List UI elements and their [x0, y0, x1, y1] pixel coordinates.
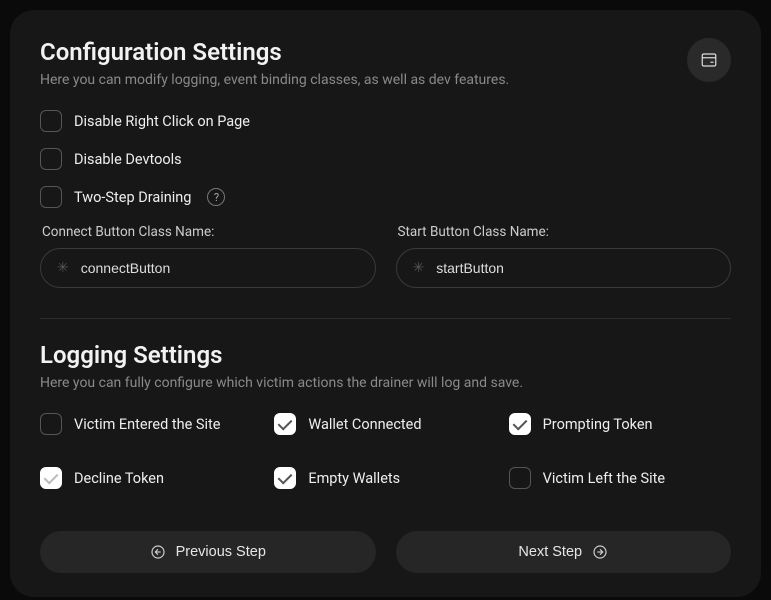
log-option-row: Empty Wallets [274, 467, 496, 489]
nav-button-row: Previous Step Next Step [40, 531, 731, 573]
checkbox-label: Disable Devtools [74, 151, 182, 168]
card-icon [700, 51, 718, 69]
checkbox-label: Prompting Token [543, 416, 653, 433]
settings-panel: Configuration Settings Here you can modi… [10, 10, 761, 597]
checkbox-label: Wallet Connected [308, 416, 421, 433]
section-divider [40, 318, 731, 319]
config-option-row: Two-Step Draining ? [40, 186, 731, 208]
panel-action-icon[interactable] [687, 38, 731, 82]
config-title: Configuration Settings [40, 38, 731, 66]
start-class-field: Start Button Class Name: ✳ [396, 224, 732, 288]
input-wrap: ✳ [40, 248, 376, 288]
log-option-row: Victim Left the Site [509, 467, 731, 489]
log-option-row: Prompting Token [509, 413, 731, 435]
config-option-row: Disable Right Click on Page [40, 110, 731, 132]
empty-wallets-checkbox[interactable] [274, 467, 296, 489]
connect-class-input[interactable] [81, 260, 359, 276]
field-label: Connect Button Class Name: [40, 224, 376, 240]
arrow-left-circle-icon [150, 544, 166, 560]
victim-entered-checkbox[interactable] [40, 413, 62, 435]
previous-step-button[interactable]: Previous Step [40, 531, 376, 573]
prompting-token-checkbox[interactable] [509, 413, 531, 435]
checkbox-label: Victim Entered the Site [74, 416, 220, 433]
victim-left-checkbox[interactable] [509, 467, 531, 489]
next-step-button[interactable]: Next Step [396, 531, 732, 573]
two-step-draining-checkbox[interactable] [40, 186, 62, 208]
asterisk-icon: ✳ [413, 260, 425, 276]
button-label: Previous Step [176, 544, 266, 560]
log-option-row: Victim Entered the Site [40, 413, 262, 435]
checkbox-label: Two-Step Draining [74, 189, 191, 206]
logging-grid: Victim Entered the Site Wallet Connected… [40, 413, 731, 505]
field-label: Start Button Class Name: [396, 224, 732, 240]
log-option-row: Wallet Connected [274, 413, 496, 435]
class-name-fields: Connect Button Class Name: ✳ Start Butto… [40, 224, 731, 288]
checkbox-label: Disable Right Click on Page [74, 113, 250, 130]
arrow-right-circle-icon [592, 544, 608, 560]
checkbox-label: Decline Token [74, 470, 164, 487]
logging-subtitle: Here you can fully configure which victi… [40, 375, 731, 391]
config-option-row: Disable Devtools [40, 148, 731, 170]
decline-token-checkbox[interactable] [40, 467, 62, 489]
help-icon[interactable]: ? [207, 188, 225, 206]
config-subtitle: Here you can modify logging, event bindi… [40, 72, 731, 88]
checkbox-label: Empty Wallets [308, 470, 400, 487]
input-wrap: ✳ [396, 248, 732, 288]
button-label: Next Step [518, 544, 582, 560]
asterisk-icon: ✳ [57, 260, 69, 276]
log-option-row: Decline Token [40, 467, 262, 489]
logging-title: Logging Settings [40, 341, 731, 369]
checkbox-label: Victim Left the Site [543, 470, 665, 487]
disable-right-click-checkbox[interactable] [40, 110, 62, 132]
disable-devtools-checkbox[interactable] [40, 148, 62, 170]
start-class-input[interactable] [436, 260, 714, 276]
connect-class-field: Connect Button Class Name: ✳ [40, 224, 376, 288]
wallet-connected-checkbox[interactable] [274, 413, 296, 435]
